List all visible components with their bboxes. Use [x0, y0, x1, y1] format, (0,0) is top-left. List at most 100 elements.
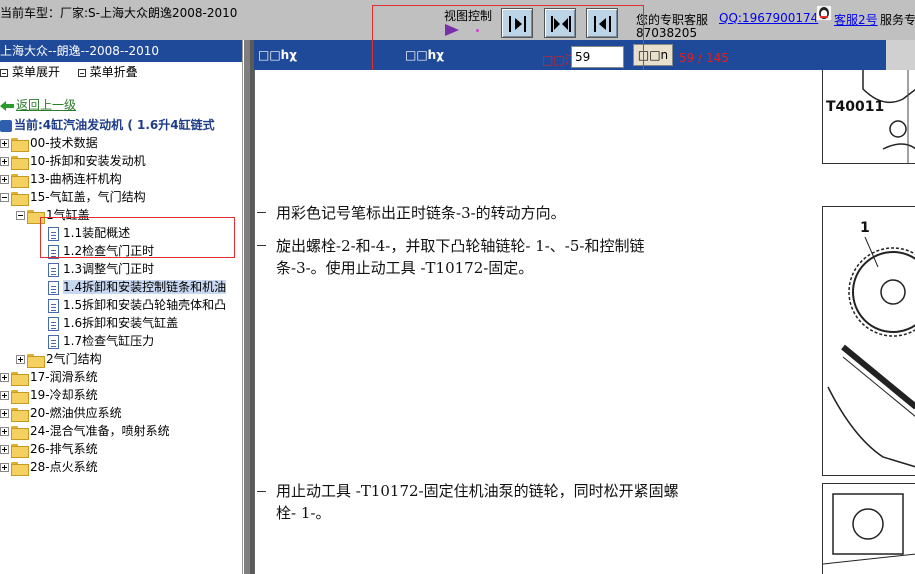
tree-node[interactable]: 28-点火系统: [0, 458, 98, 476]
expand-toggle-icon[interactable]: [0, 391, 9, 400]
header-label-1: □□hχ: [258, 48, 297, 62]
tree-node[interactable]: 00-技术数据: [0, 134, 98, 152]
expand-toggle-icon[interactable]: [0, 373, 9, 382]
technical-figure-1: T40011: [822, 70, 915, 164]
expand-toggle-icon[interactable]: [0, 175, 9, 184]
instruction-text: 条-3-。使用止动工具 -T10172-固定。: [276, 259, 534, 277]
arrow-right-bar-icon: [509, 16, 526, 32]
figure-label: T40011: [826, 99, 885, 115]
tree-node[interactable]: 20-燃油供应系统: [0, 404, 122, 422]
tree-leaf[interactable]: 1.6拆卸和安装气缸盖: [48, 314, 178, 332]
tree-leaf[interactable]: 1.7检查气缸压力: [48, 332, 154, 350]
document-icon: [48, 244, 59, 259]
folder-icon: [11, 461, 29, 476]
menu-collapse-button[interactable]: 菜单折叠: [90, 65, 138, 79]
expand-toggle-icon[interactable]: [0, 139, 9, 148]
view-control-label: 视图控制: [444, 9, 493, 23]
tree-node[interactable]: 17-润滑系统: [0, 368, 98, 386]
document-icon: [48, 280, 59, 295]
top-toolbar: 当前车型：厂家:S-上海大众朗逸2008-2010 视图控制 您的专职客服 QQ…: [0, 0, 915, 40]
document-icon: [48, 262, 59, 277]
document-icon: [48, 334, 59, 349]
folder-icon: [11, 443, 29, 458]
tree-node[interactable]: 10-拆卸和安装发动机: [0, 152, 146, 170]
technical-figure-3: [822, 483, 915, 574]
header-label-2: □□hχ: [405, 48, 444, 62]
tree-leaf-selected[interactable]: 1.4拆卸和安装控制链条和机油: [48, 278, 227, 296]
tree-node[interactable]: 13-曲柄连杆机构: [0, 170, 122, 188]
tree-node[interactable]: 19-冷却系统: [0, 386, 98, 404]
align-left-button[interactable]: [501, 8, 533, 38]
expand-toggle-icon[interactable]: [0, 409, 9, 418]
folder-open-icon: [27, 209, 45, 224]
tree-node[interactable]: 26-排气系统: [0, 440, 98, 458]
expand-toggle-icon[interactable]: [16, 355, 25, 364]
timing-chain-drawing-icon: [827, 236, 915, 468]
menu-expand-button[interactable]: 菜单展开: [12, 65, 60, 79]
document-icon: [48, 298, 59, 313]
qq-link[interactable]: QQ:1967900174: [719, 11, 818, 25]
expand-toggle-icon[interactable]: [0, 427, 9, 436]
expand-toggle-icon[interactable]: [0, 157, 9, 166]
header-right-area: [886, 40, 915, 70]
expand-toggle-icon[interactable]: [0, 463, 9, 472]
collapse-toggle-icon[interactable]: [16, 211, 25, 220]
bullet-dash: [257, 245, 266, 246]
folder-icon: [11, 137, 29, 152]
align-right-button[interactable]: [586, 8, 618, 38]
app-window: 当前车型：厂家:S-上海大众朗逸2008-2010 视图控制 您的专职客服 QQ…: [0, 0, 915, 574]
current-location-label: 当前:4缸汽油发动机 ( 1.6升4缸链式: [14, 118, 215, 132]
page-count: 59 / 145: [679, 51, 729, 65]
page-number-input[interactable]: [571, 46, 624, 68]
figure-label: 1: [860, 220, 870, 236]
play-icon[interactable]: [445, 24, 459, 36]
expand-icon: [0, 68, 8, 77]
back-row[interactable]: 返回上一级: [0, 96, 76, 112]
instruction-text: 用彩色记号笔标出正时链条-3-的转动方向。: [276, 204, 566, 222]
collapse-toggle-icon[interactable]: [0, 193, 9, 202]
tree-leaf[interactable]: 1.1装配概述: [48, 224, 130, 242]
folder-icon: [11, 155, 29, 170]
menu-controls: 菜单展开 菜单折叠: [0, 62, 242, 82]
bullet-dash: [257, 212, 266, 213]
go-page-button[interactable]: □□n: [633, 44, 673, 66]
tree-node[interactable]: 1气缸盖: [16, 206, 90, 224]
sidebar-header: 上海大众--朗逸--2008--2010: [0, 40, 242, 62]
arrow-left-bar-icon: [594, 16, 611, 32]
instruction-text: 旋出螺栓-2-和-4-，并取下凸轮轴链轮- 1-、-5-和控制链: [276, 237, 645, 255]
back-link[interactable]: 返回上一级: [16, 98, 76, 112]
tree-leaf[interactable]: 1.5拆卸和安装凸轮轴壳体和凸: [48, 296, 226, 314]
folder-icon: [27, 353, 45, 368]
expand-toggle-icon[interactable]: [0, 445, 9, 454]
folder-icon: [11, 173, 29, 188]
tree-node[interactable]: 24-混合气准备，喷射系统: [0, 422, 170, 440]
doc-border: [254, 70, 255, 574]
tree-leaf[interactable]: 1.3调整气门正时: [48, 260, 154, 278]
folder-icon: [11, 389, 29, 404]
technical-figure-2: 1: [822, 206, 915, 476]
folder-icon: [11, 425, 29, 440]
instruction-text: 栓- 1-。: [276, 504, 331, 522]
folder-open-icon: [11, 191, 29, 206]
oil-pump-drawing-icon: [822, 493, 915, 565]
tree-node[interactable]: 2气门结构: [16, 350, 102, 368]
tree-leaf[interactable]: 1.2检查气门正时: [48, 242, 154, 260]
collapse-icon: [77, 68, 86, 77]
current-location: 当前:4缸汽油发动机 ( 1.6升4缸链式: [0, 116, 215, 132]
tree-node[interactable]: 15-气缸盖，气门结构: [0, 188, 146, 206]
arrows-center-icon: [551, 16, 571, 32]
document-icon: [48, 226, 59, 241]
book-icon: [0, 119, 12, 132]
current-car-label: 当前车型：厂家:S-上海大众朗逸2008-2010: [0, 6, 238, 20]
document-icon: [48, 316, 59, 331]
back-arrow-icon: [0, 100, 14, 111]
engine-drawing-icon: [862, 70, 915, 163]
qq-penguin-icon[interactable]: [816, 5, 832, 21]
document-view: 用彩色记号笔标出正时链条-3-的转动方向。 旋出螺栓-2-和-4-，并取下凸轮轴…: [254, 70, 915, 574]
align-center-button[interactable]: [544, 8, 576, 38]
phone-number: 87038205: [636, 26, 698, 40]
sidebar: 上海大众--朗逸--2008--2010 菜单展开 菜单折叠 返回上一级 当前:…: [0, 40, 243, 574]
dot-icon: [476, 29, 479, 32]
customer-service-link[interactable]: 客服2号: [834, 11, 878, 28]
folder-icon: [11, 371, 29, 386]
